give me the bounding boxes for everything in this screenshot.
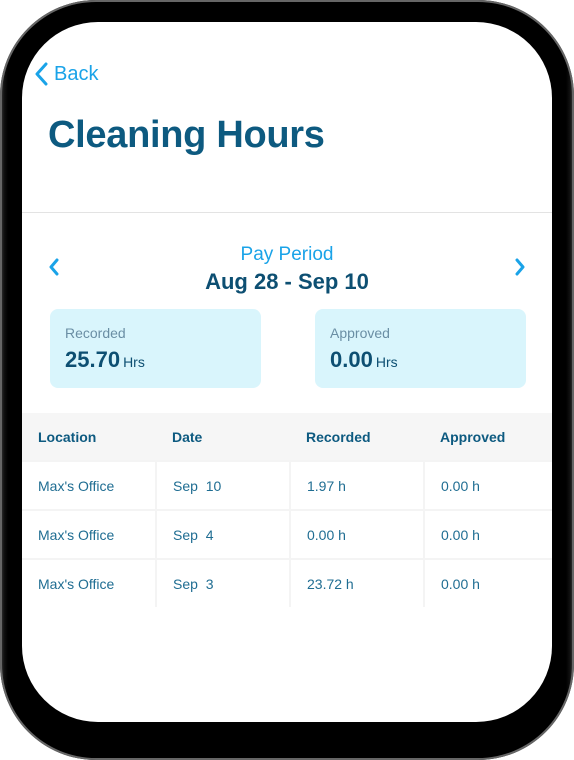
cell-date: Sep 10 xyxy=(155,460,290,510)
column-header-approved: Approved xyxy=(424,413,552,461)
table-row[interactable]: Max's Office Sep 10 1.97 h 0.00 h xyxy=(22,460,552,510)
approved-value: 0.00 xyxy=(330,347,373,372)
table-header-row: Location Date Recorded Approved xyxy=(22,413,552,461)
chevron-left-icon xyxy=(35,62,48,86)
divider xyxy=(22,212,552,213)
previous-period-button[interactable] xyxy=(48,258,60,281)
approved-summary-card: Approved 0.00 Hrs xyxy=(315,309,526,388)
recorded-value: 25.70 xyxy=(65,347,121,372)
page-title: Cleaning Hours xyxy=(48,114,325,156)
column-header-recorded: Recorded xyxy=(290,413,424,461)
cell-approved: 0.00 h xyxy=(423,460,552,510)
cell-recorded: 1.97 h xyxy=(289,460,424,510)
column-header-location: Location xyxy=(22,413,156,461)
table-row[interactable]: Max's Office Sep 4 0.00 h 0.00 h xyxy=(22,509,552,559)
back-label: Back xyxy=(54,62,99,85)
screen: Back Cleaning Hours Pay Period Aug 28 - … xyxy=(22,22,552,722)
pay-period: Pay Period Aug 28 - Sep 10 xyxy=(22,244,552,295)
chevron-left-icon xyxy=(49,258,59,276)
pay-period-label: Pay Period xyxy=(240,244,334,265)
cell-date: Sep 4 xyxy=(155,509,290,559)
recorded-value-wrap: 25.70 Hrs xyxy=(65,347,145,373)
cell-recorded: 0.00 h xyxy=(289,509,424,559)
column-header-date: Date xyxy=(156,413,290,461)
recorded-unit: Hrs xyxy=(123,354,145,370)
cell-location: Max's Office xyxy=(22,509,156,559)
cell-location: Max's Office xyxy=(22,460,156,510)
approved-label: Approved xyxy=(330,325,390,341)
hours-table: Location Date Recorded Approved Max's Of… xyxy=(22,413,552,607)
next-period-button[interactable] xyxy=(514,258,526,281)
chevron-right-icon xyxy=(515,258,525,276)
cell-approved: 0.00 h xyxy=(423,509,552,559)
recorded-label: Recorded xyxy=(65,325,126,341)
approved-unit: Hrs xyxy=(375,354,398,370)
back-button[interactable]: Back xyxy=(34,62,98,86)
recorded-summary-card: Recorded 25.70 Hrs xyxy=(50,309,261,388)
pay-period-range: Aug 28 - Sep 10 xyxy=(205,269,369,294)
approved-value-wrap: 0.00 Hrs xyxy=(330,347,398,373)
